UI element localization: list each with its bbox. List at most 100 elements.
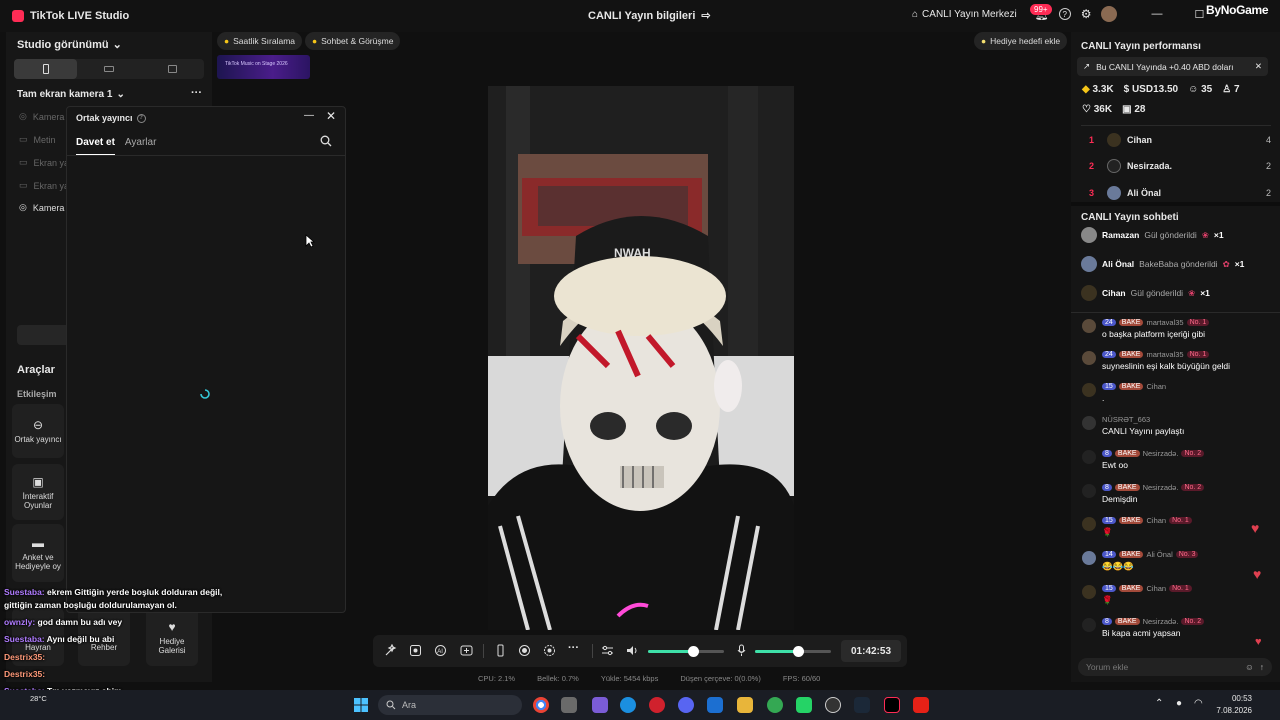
overlay-username: ownzly:: [4, 617, 36, 627]
taskbar-search[interactable]: Ara: [378, 695, 522, 715]
speaker-icon[interactable]: [626, 644, 639, 657]
mail-icon[interactable]: [707, 697, 723, 713]
event-banner[interactable]: TikTok Music on Stage 2026: [217, 55, 310, 79]
folder-icon[interactable]: [737, 697, 753, 713]
comment-input[interactable]: Yorum ekle ☺ ↑: [1078, 658, 1272, 676]
camera-icon: ◎: [19, 202, 27, 212]
gift-gallery-tool[interactable]: ♥ Hediye Galerisi: [146, 608, 198, 666]
mixer-icon[interactable]: [601, 644, 614, 657]
steam-icon[interactable]: [854, 697, 870, 713]
mic-volume-slider[interactable]: [755, 646, 831, 657]
source-item[interactable]: ◎ Kamera: [19, 202, 64, 213]
ranking-item[interactable]: 3 Ali Önal 2: [1089, 186, 1271, 200]
ranking-item[interactable]: 1 Cihan 4: [1089, 133, 1271, 147]
speaker-volume-slider[interactable]: [648, 646, 724, 657]
source-item[interactable]: ◎ Kamera: [19, 111, 64, 122]
tiktok-studio-icon[interactable]: [884, 697, 900, 713]
username[interactable]: martaval35: [1146, 350, 1183, 359]
chevron-up-icon[interactable]: ⌃: [1155, 698, 1163, 709]
microphone-icon[interactable]: [735, 644, 748, 657]
weather-widget[interactable]: 28°C: [30, 693, 47, 704]
info-icon[interactable]: ?: [136, 113, 146, 123]
whatsapp-icon[interactable]: [796, 697, 812, 713]
gift-goal-chip[interactable]: ● Hediye hedefi ekle: [974, 32, 1068, 50]
record-icon[interactable]: [518, 644, 531, 657]
add-scene-icon[interactable]: [460, 644, 473, 657]
studio-view-dropdown[interactable]: Studio görünümü ⌄: [17, 38, 122, 52]
tab-invite[interactable]: Davet et: [76, 137, 115, 156]
chrome-icon[interactable]: [533, 697, 549, 713]
avatar[interactable]: [1101, 6, 1118, 22]
live-center-button[interactable]: ⌂ CANLI Yayın Merkezi: [912, 9, 1017, 20]
overlay-text: Aynı değil bu abi: [46, 634, 115, 644]
tab-settings[interactable]: Ayarlar: [125, 137, 157, 156]
divider: [1071, 312, 1280, 313]
username[interactable]: Cihan: [1146, 516, 1166, 525]
avatar: [1082, 551, 1096, 565]
magic-effects-icon[interactable]: [384, 644, 397, 657]
chrome-profile-icon[interactable]: [767, 697, 783, 713]
username[interactable]: Nesirzadə.: [1143, 483, 1179, 492]
username[interactable]: Nesirzadə.: [1143, 449, 1179, 458]
stats-row: ♡ 36K ▣ 28: [1082, 104, 1145, 115]
avatar: [1107, 133, 1121, 147]
new-followers-stat: ♙ 7: [1222, 84, 1240, 95]
gear-icon[interactable]: ⚙: [1081, 7, 1092, 21]
search-icon[interactable]: [320, 135, 332, 147]
hourly-ranking-chip[interactable]: ● Saatlik Sıralama: [217, 32, 303, 50]
help-icon[interactable]: ?: [1058, 8, 1071, 20]
send-icon[interactable]: ↑: [1260, 662, 1264, 672]
landscape-layout-button[interactable]: [77, 59, 140, 79]
message-meta: 24 BAKE martaval35 No. 1: [1102, 318, 1210, 327]
username[interactable]: Ali Önal: [1146, 550, 1172, 559]
ai-icon[interactable]: AI: [434, 644, 447, 657]
system-clock[interactable]: 00:53 7.08.2026: [1204, 693, 1252, 717]
message-meta: 8 BAKE Nesirzadə. No. 2: [1102, 449, 1205, 458]
more-options-icon[interactable]: ···: [568, 642, 579, 654]
maximize-icon[interactable]: ☐: [1194, 8, 1204, 21]
minimize-icon[interactable]: —: [1151, 8, 1162, 20]
ranking-item[interactable]: 2 Nesirzada. 2: [1089, 159, 1271, 173]
more-icon[interactable]: ···: [191, 87, 202, 99]
youtube-icon[interactable]: [913, 697, 929, 713]
close-icon[interactable]: ✕: [1255, 61, 1262, 72]
username[interactable]: Nesirzadə.: [1143, 617, 1179, 626]
level-badge: 14: [1102, 551, 1116, 558]
enhance-icon[interactable]: [409, 644, 422, 657]
windows-start-icon[interactable]: [354, 698, 368, 712]
discord-icon[interactable]: [678, 697, 694, 713]
obs-icon[interactable]: [825, 697, 841, 713]
teams-icon[interactable]: [592, 697, 608, 713]
app-icon[interactable]: [561, 697, 577, 713]
level-badge: 15: [1102, 517, 1116, 524]
opera-icon[interactable]: [649, 697, 665, 713]
scene-selector[interactable]: Tam ekran kamera 1 ⌄: [17, 89, 125, 100]
live-info-link[interactable]: CANLI Yayın bilgileri ⇨: [588, 9, 711, 23]
co-host-tool[interactable]: ⊖ Ortak yayıncı: [12, 404, 64, 458]
phone-icon[interactable]: [494, 644, 507, 657]
username[interactable]: Cihan: [1146, 584, 1166, 593]
camera-settings-icon[interactable]: [543, 644, 556, 657]
poll-tool[interactable]: ▬ Anket ve Hediyeyle oy: [12, 524, 64, 582]
source-item[interactable]: ▭ Metin: [19, 134, 56, 145]
microphone-tray-icon[interactable]: ●: [1176, 698, 1182, 709]
message-meta: NÜSRƏT_663: [1102, 415, 1184, 424]
interactive-games-tool[interactable]: ▣ İnteraktif Oyunlar: [12, 464, 64, 520]
username[interactable]: martaval35: [1146, 318, 1183, 327]
performance-stats: CPU: 2.1% Bellek: 0.7% Yükle: 5454 kbps …: [478, 674, 821, 683]
chat-meet-chip[interactable]: ● Sohbet & Görüşme: [305, 32, 401, 50]
source-item[interactable]: ▭ Ekran ya: [19, 180, 69, 191]
minimize-popup-icon[interactable]: —: [304, 110, 314, 121]
close-icon[interactable]: ✕: [326, 109, 336, 123]
emoji-icon[interactable]: ☺: [1245, 662, 1254, 672]
source-item[interactable]: ▭ Ekran ya: [19, 157, 69, 168]
level-badge: 24: [1102, 351, 1116, 358]
rose-icon: ❀: [1188, 287, 1196, 298]
username[interactable]: Cihan: [1146, 382, 1166, 391]
edge-icon[interactable]: [620, 697, 636, 713]
dual-layout-button[interactable]: [141, 59, 204, 79]
portrait-layout-button[interactable]: [14, 59, 78, 79]
wifi-icon[interactable]: ◠: [1194, 698, 1203, 709]
username[interactable]: NÜSRƏT_663: [1102, 415, 1150, 424]
camera-preview: NWAH: [488, 86, 794, 630]
